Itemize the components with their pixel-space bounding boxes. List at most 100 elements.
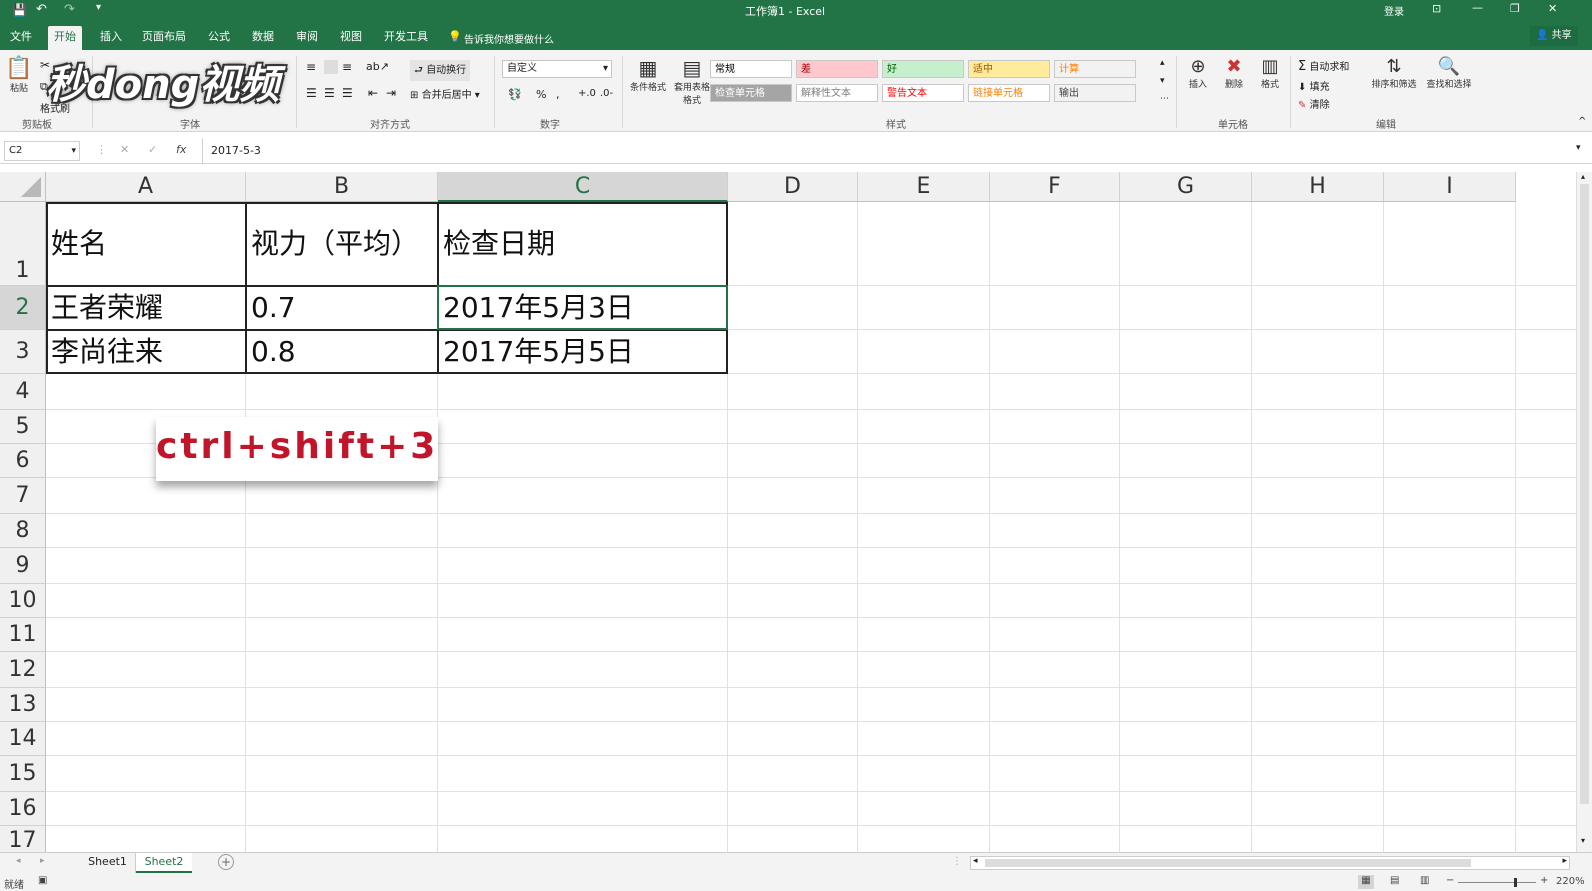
row-header-11[interactable]: 11: [0, 618, 46, 652]
insert-function-button[interactable]: fx: [176, 143, 186, 156]
align-left-icon[interactable]: ☰: [306, 86, 317, 100]
worksheet-grid[interactable]: A B C D E F G H I 1 2 3 4 5 6 7 8 9 10 11 12 13 14 15 16 17 姓名 视力（平…: [0, 172, 1592, 852]
row-header-14[interactable]: 14: [0, 722, 46, 756]
sort-filter-button[interactable]: ⇅ 排序和筛选: [1368, 56, 1420, 90]
decrease-decimal-icon[interactable]: .0-: [600, 88, 613, 99]
minimize-button[interactable]: —: [1472, 1, 1483, 14]
wrap-text-button[interactable]: ⮐ 自动换行: [410, 60, 471, 81]
zoom-slider[interactable]: [1458, 878, 1536, 887]
row-header-15[interactable]: 15: [0, 756, 46, 792]
vertical-scroll-thumb[interactable]: [1580, 184, 1589, 804]
row-header-1[interactable]: 1: [0, 202, 46, 286]
scroll-left-icon[interactable]: ◂: [973, 856, 978, 866]
fill-button[interactable]: ⬇ 填充: [1298, 78, 1330, 93]
tab-home[interactable]: 开始: [48, 26, 82, 50]
align-middle-icon[interactable]: [324, 60, 338, 74]
clear-button[interactable]: ✎ 清除: [1298, 96, 1330, 111]
horizontal-scrollbar[interactable]: ◂ ▸: [970, 856, 1570, 870]
row-header-5[interactable]: 5: [0, 410, 46, 444]
currency-icon[interactable]: 💱: [508, 88, 522, 101]
tab-data[interactable]: 数据: [246, 26, 280, 50]
row-header-9[interactable]: 9: [0, 548, 46, 584]
name-box[interactable]: C2 ▾: [4, 141, 80, 161]
enter-icon[interactable]: ✓: [148, 143, 157, 156]
column-header-c[interactable]: C: [438, 172, 728, 202]
cell-style-5[interactable]: 检查单元格: [710, 84, 792, 102]
column-header-g[interactable]: G: [1120, 172, 1252, 202]
cell-c3[interactable]: 2017年5月5日: [438, 330, 728, 374]
sheet-tab-sheet1[interactable]: Sheet1: [80, 853, 136, 873]
cell-b3[interactable]: 0.8: [246, 330, 438, 374]
delete-cells-button[interactable]: ✖ 删除: [1218, 56, 1250, 90]
close-button[interactable]: ✕: [1548, 2, 1557, 15]
column-header-i[interactable]: I: [1384, 172, 1516, 202]
tab-file[interactable]: 文件: [4, 26, 38, 50]
tab-page-layout[interactable]: 页面布局: [136, 26, 192, 50]
cell-style-7[interactable]: 警告文本: [882, 84, 964, 102]
cell-a3[interactable]: 李尚往来: [46, 330, 246, 374]
row-header-8[interactable]: 8: [0, 514, 46, 548]
paste-button[interactable]: 📋 粘贴: [4, 56, 34, 94]
merge-center-button[interactable]: ⊞ 合并后居中 ▾: [410, 86, 480, 101]
redo-icon[interactable]: ↷: [64, 2, 75, 17]
vertical-scrollbar[interactable]: ▴ ▾: [1576, 172, 1592, 852]
zoom-slider-thumb[interactable]: [1514, 878, 1517, 887]
gallery-up-icon[interactable]: ▴: [1160, 58, 1165, 68]
normal-view-icon[interactable]: ▦: [1358, 875, 1374, 889]
macro-record-icon[interactable]: ▣: [38, 875, 47, 886]
percent-button[interactable]: %: [536, 88, 546, 101]
page-break-view-icon[interactable]: ▥: [1420, 875, 1429, 886]
indent-increase-icon[interactable]: ⇥: [386, 86, 396, 100]
next-sheet-icon[interactable]: ▸: [40, 856, 45, 866]
row-header-3[interactable]: 3: [0, 330, 46, 374]
tab-developer[interactable]: 开发工具: [378, 26, 434, 50]
align-bottom-icon[interactable]: ≡: [342, 60, 352, 74]
zoom-out-button[interactable]: −: [1446, 875, 1454, 886]
cell-a1[interactable]: 姓名: [46, 202, 246, 286]
cell-style-6[interactable]: 解释性文本: [796, 84, 878, 102]
login-button[interactable]: 登录: [1384, 3, 1404, 18]
column-header-h[interactable]: H: [1252, 172, 1384, 202]
restore-button[interactable]: ❐: [1510, 2, 1520, 15]
format-as-table-button[interactable]: ▤ 套用表格格式: [670, 56, 714, 106]
tab-review[interactable]: 审阅: [290, 26, 324, 50]
row-header-4[interactable]: 4: [0, 374, 46, 410]
row-header-17[interactable]: 17: [0, 826, 46, 852]
zoom-level[interactable]: 220%: [1556, 876, 1585, 887]
gallery-more-icon[interactable]: ⋯: [1160, 94, 1169, 104]
column-header-d[interactable]: D: [728, 172, 858, 202]
add-sheet-icon[interactable]: +: [218, 854, 234, 870]
find-select-button[interactable]: 🔍 查找和选择: [1422, 56, 1476, 90]
tab-view[interactable]: 视图: [334, 26, 368, 50]
row-header-13[interactable]: 13: [0, 688, 46, 722]
cell-style-8[interactable]: 链接单元格: [968, 84, 1050, 102]
cell-style-9[interactable]: 输出: [1054, 84, 1136, 102]
comma-icon[interactable]: ,: [556, 88, 560, 101]
scroll-right-icon[interactable]: ▸: [1562, 856, 1567, 866]
undo-icon[interactable]: ↶: [36, 2, 47, 17]
expand-formula-icon[interactable]: ▾: [1576, 143, 1581, 153]
row-header-10[interactable]: 10: [0, 584, 46, 618]
column-header-e[interactable]: E: [858, 172, 990, 202]
cell-style-1[interactable]: 差: [796, 60, 878, 78]
indent-decrease-icon[interactable]: ⇤: [368, 86, 378, 100]
active-cell-selection[interactable]: [437, 285, 728, 330]
tab-formulas[interactable]: 公式: [202, 26, 236, 50]
save-icon[interactable]: 💾: [12, 3, 27, 17]
insert-cells-button[interactable]: ⊕ 插入: [1182, 56, 1214, 90]
scroll-up-icon[interactable]: ▴: [1581, 172, 1585, 181]
row-header-6[interactable]: 6: [0, 444, 46, 478]
cancel-icon[interactable]: ✕: [120, 143, 129, 156]
row-header-7[interactable]: 7: [0, 478, 46, 514]
scroll-down-icon[interactable]: ▾: [1581, 836, 1585, 845]
tell-me-search[interactable]: 告诉我你想要做什么: [464, 31, 554, 46]
ribbon-display-icon[interactable]: ⊡: [1432, 2, 1441, 15]
row-header-16[interactable]: 16: [0, 792, 46, 826]
cell-style-0[interactable]: 常规: [710, 60, 792, 78]
conditional-format-button[interactable]: ▦ 条件格式: [626, 56, 670, 93]
cell-a2[interactable]: 王者荣耀: [46, 286, 246, 330]
cell-b2[interactable]: 0.7: [246, 286, 438, 330]
column-header-a[interactable]: A: [46, 172, 246, 202]
column-header-f[interactable]: F: [990, 172, 1120, 202]
customize-toolbar-icon[interactable]: ▾: [96, 2, 101, 13]
